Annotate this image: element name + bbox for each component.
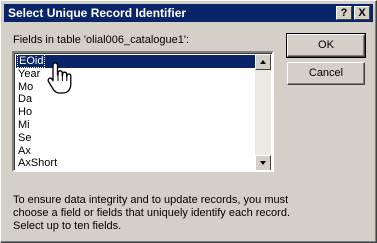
field-list-item[interactable]: Mi: [16, 119, 258, 132]
vertical-scrollbar[interactable]: [255, 54, 271, 170]
field-list-item[interactable]: Ho: [16, 106, 258, 119]
help-text: To ensure data integrity and to update r…: [13, 194, 290, 232]
field-name: Ho: [18, 106, 33, 119]
help-button[interactable]: ?: [336, 6, 352, 20]
ok-button[interactable]: OK: [286, 33, 366, 58]
close-button[interactable]: X: [354, 6, 370, 20]
field-name: Mi: [18, 118, 30, 131]
scroll-down-button[interactable]: [255, 155, 271, 170]
field-name: Se: [18, 131, 32, 144]
dialog-title: Select Unique Record Identifier: [8, 6, 187, 20]
field-name: Da: [18, 93, 33, 106]
select-unique-record-identifier-dialog: Select Unique Record Identifier ? X Fiel…: [0, 0, 377, 243]
arrow-down-icon: [260, 161, 266, 165]
field-name: AxShort: [18, 157, 58, 170]
field-name: Ax: [18, 144, 31, 157]
field-list-item[interactable]: Ax: [16, 145, 258, 158]
title-bar[interactable]: Select Unique Record Identifier ? X: [4, 4, 373, 22]
hand-pointer-icon: [47, 62, 72, 94]
field-list-item[interactable]: AxShort: [16, 157, 258, 170]
fields-label: Fields in table 'olial006_catalogue1':: [13, 34, 190, 46]
arrow-up-icon: [260, 60, 266, 64]
scroll-up-button[interactable]: [255, 54, 271, 70]
field-name: Year: [18, 67, 41, 80]
field-name: EOid: [16, 54, 46, 68]
cancel-button[interactable]: Cancel: [287, 62, 365, 85]
field-list-item[interactable]: Se: [16, 132, 258, 145]
field-name: Mo: [18, 80, 34, 93]
